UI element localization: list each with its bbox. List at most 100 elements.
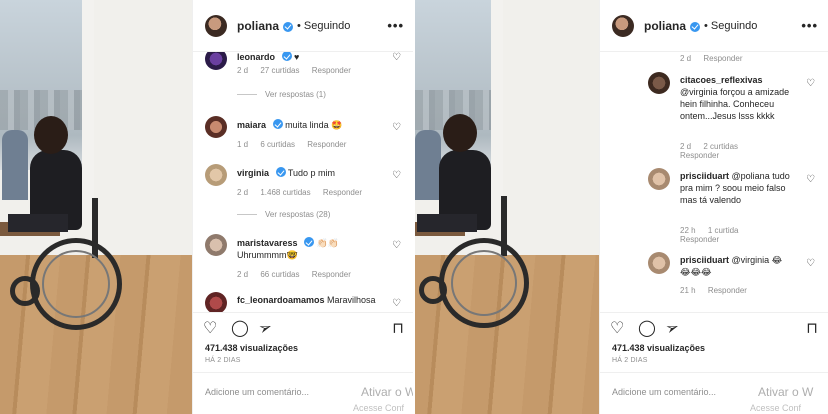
comments-list: 2 d Responder citacoes_reflexivas @virgi… xyxy=(600,52,828,312)
like-heart-icon[interactable] xyxy=(392,54,401,62)
comment-username[interactable]: maristavaress xyxy=(237,238,298,248)
comment-text: prisciiduart @poliana tudo pra mim ? soo… xyxy=(680,170,790,206)
comment-age: 2 d xyxy=(237,66,249,75)
comment-content: @virginia forçou a amizade hein filhinha… xyxy=(680,87,790,121)
share-send-icon[interactable]: ➢ xyxy=(256,318,274,339)
reply-button[interactable]: Responder xyxy=(708,286,747,295)
comment-text: leonardo ♥ xyxy=(237,52,384,63)
comment-text: virginia Tudo p mim xyxy=(237,166,384,179)
like-heart-icon[interactable] xyxy=(806,260,815,268)
share-send-icon[interactable]: ➢ xyxy=(663,318,681,339)
comment-content: Maravilhosa xyxy=(327,295,376,305)
comment-age: 2 d xyxy=(237,270,249,279)
comment-content: muita linda 🤩 xyxy=(285,120,343,130)
reply-button[interactable]: Responder xyxy=(680,151,719,160)
comment-avatar[interactable] xyxy=(648,168,670,190)
like-heart-icon[interactable]: ♡ xyxy=(203,321,217,337)
view-replies-button[interactable]: Ver respostas (1) xyxy=(237,90,326,99)
follow-state-button[interactable]: Seguindo xyxy=(304,20,351,32)
comment-likes[interactable]: 1 curtida xyxy=(708,226,739,235)
post-date: HÁ 2 DIAS xyxy=(612,357,648,364)
comment-text: citacoes_reflexivas @virginia forçou a a… xyxy=(680,74,790,122)
more-horizontal-icon[interactable]: ••• xyxy=(387,18,404,33)
views-count[interactable]: 471.438 visualizações xyxy=(205,343,298,353)
comment-age: 2 d xyxy=(237,188,249,197)
comment-username[interactable]: prisciiduart xyxy=(680,255,729,265)
avatar[interactable] xyxy=(205,14,227,37)
comment-username[interactable]: citacoes_reflexivas xyxy=(680,75,763,85)
verified-icon xyxy=(283,21,294,32)
add-comment-input[interactable]: Adicione um comentário... xyxy=(612,387,716,397)
reply-button[interactable]: Responder xyxy=(323,188,362,197)
comment-text: prisciiduart @virginia 😂😂😂😂 xyxy=(680,254,790,278)
comment-likes[interactable]: 6 curtidas xyxy=(260,140,295,149)
comment-username[interactable]: leonardo xyxy=(237,52,275,62)
like-heart-icon[interactable] xyxy=(806,176,815,184)
reply-button[interactable]: Responder xyxy=(307,140,346,149)
comment-username[interactable]: fc_leonardoamamos xyxy=(237,295,325,305)
comment-content: 👏🏻👏🏻 xyxy=(316,238,340,248)
like-heart-icon[interactable]: ♡ xyxy=(610,321,624,337)
post-date: HÁ 2 DIAS xyxy=(205,357,241,364)
comment-meta: 2 d Responder xyxy=(680,54,753,63)
comment-bubble-icon[interactable]: ◯ xyxy=(638,321,656,337)
post-actions: ♡ ◯ ➢ ⊓ 471.438 visualizações HÁ 2 DIAS xyxy=(193,312,414,372)
activation-watermark: Ativar o W xyxy=(758,385,814,399)
comment-avatar[interactable] xyxy=(205,234,227,256)
post-photo xyxy=(0,0,192,414)
reply-button[interactable]: Responder xyxy=(703,54,742,63)
comment-meta: 2 d 2 curtidas Responder xyxy=(680,142,748,160)
like-heart-icon[interactable] xyxy=(392,172,401,180)
header-username[interactable]: poliana xyxy=(237,19,279,33)
verified-icon xyxy=(272,119,283,129)
more-horizontal-icon[interactable]: ••• xyxy=(801,18,818,33)
comment-meta: 2 d 1.468 curtidas Responder xyxy=(237,188,372,197)
post-header: poliana • Seguindo ••• xyxy=(600,0,828,52)
post-sidebar: poliana • Seguindo ••• 2 d Responder cit… xyxy=(599,0,828,414)
comment-age: 2 d xyxy=(680,54,692,63)
comment-likes[interactable]: 2 curtidas xyxy=(703,142,738,151)
activation-watermark-line2: Acesse Conf xyxy=(750,403,802,413)
comment-age: 1 d xyxy=(237,140,249,149)
comment-avatar[interactable] xyxy=(205,292,227,312)
comment-age: 2 d xyxy=(680,142,692,151)
comment-likes[interactable]: 27 curtidas xyxy=(260,66,299,75)
reply-button[interactable]: Responder xyxy=(312,270,351,279)
comment-meta: 21 h Responder xyxy=(680,286,757,295)
comment-username[interactable]: prisciiduart xyxy=(680,171,729,181)
reply-button[interactable]: Responder xyxy=(312,66,351,75)
bookmark-icon[interactable]: ⊓ xyxy=(806,321,818,337)
reply-button[interactable]: Responder xyxy=(680,235,719,244)
comment-username[interactable]: virginia xyxy=(237,168,269,178)
comment-avatar[interactable] xyxy=(205,52,227,70)
comment-text: maristavaress 👏🏻👏🏻 Uhrummmm🤓 xyxy=(237,236,384,261)
follow-state-button[interactable]: Seguindo xyxy=(711,20,758,32)
comment-avatar[interactable] xyxy=(205,164,227,186)
comment-meta: 2 d 66 curtidas Responder xyxy=(237,270,361,279)
screenshot-right: poliana • Seguindo ••• 2 d Responder cit… xyxy=(415,0,828,414)
comment-avatar[interactable] xyxy=(648,252,670,274)
comment-likes[interactable]: 66 curtidas xyxy=(260,270,299,279)
add-comment-input[interactable]: Adicione um comentário... xyxy=(205,387,309,397)
comment-avatar[interactable] xyxy=(648,72,670,94)
comments-list: leonardo ♥ 2 d 27 curtidas Responder Ver… xyxy=(193,52,414,312)
avatar[interactable] xyxy=(612,14,634,37)
comment-content: Tudo p mim xyxy=(287,168,336,178)
post-photo xyxy=(415,0,599,414)
like-heart-icon[interactable] xyxy=(392,124,401,132)
comment-bubble-icon[interactable]: ◯ xyxy=(231,321,249,337)
views-count[interactable]: 471.438 visualizações xyxy=(612,343,705,353)
comment-content: ♥ xyxy=(294,52,300,62)
comment-username[interactable]: maiara xyxy=(237,120,266,130)
bookmark-icon[interactable]: ⊓ xyxy=(392,321,404,337)
comment-avatar[interactable] xyxy=(205,116,227,138)
post-actions: ♡ ◯ ➢ ⊓ 471.438 visualizações HÁ 2 DIAS xyxy=(600,312,828,372)
header-username[interactable]: poliana xyxy=(644,19,686,33)
post-sidebar: poliana • Seguindo ••• leonardo ♥ 2 d 27… xyxy=(192,0,414,414)
like-heart-icon[interactable] xyxy=(392,242,401,250)
comment-likes[interactable]: 1.468 curtidas xyxy=(260,188,310,197)
like-heart-icon[interactable] xyxy=(806,80,815,88)
view-replies-button[interactable]: Ver respostas (28) xyxy=(237,210,330,219)
like-heart-icon[interactable] xyxy=(392,300,401,308)
comment-age: 22 h xyxy=(680,226,696,235)
